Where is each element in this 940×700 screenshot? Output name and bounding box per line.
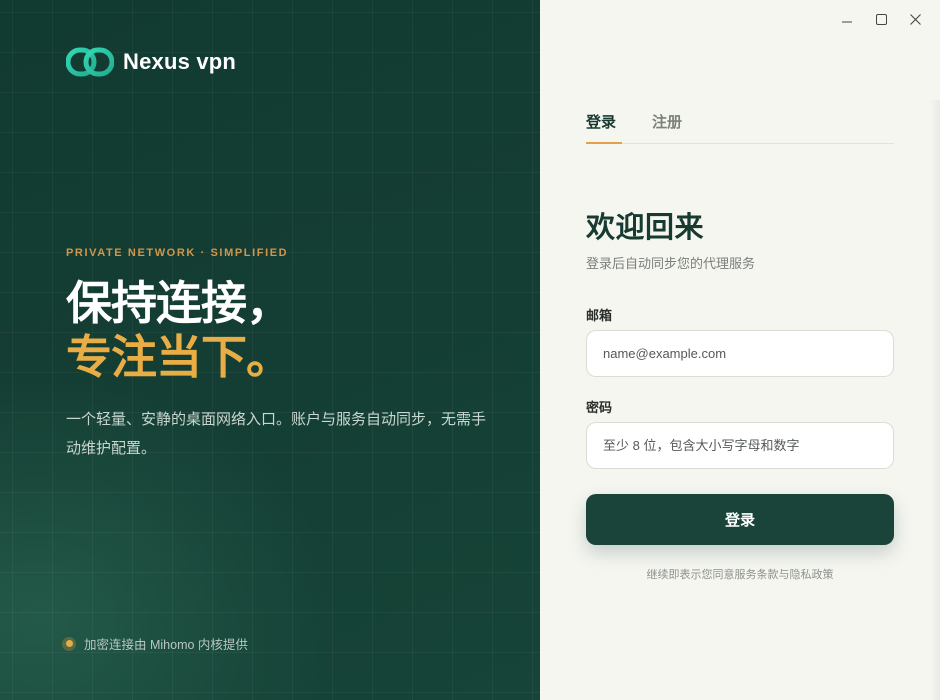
- email-field-wrapper: [586, 330, 894, 377]
- brand-name: Nexus vpn: [123, 49, 237, 74]
- form-subtitle: 登录后自动同步您的代理服务: [586, 256, 756, 271]
- close-icon[interactable]: [898, 8, 932, 30]
- window-controls: [830, 8, 932, 30]
- email-field[interactable]: [587, 331, 893, 376]
- maximize-icon[interactable]: [864, 8, 898, 30]
- password-field-wrapper: [586, 422, 894, 469]
- password-field[interactable]: [587, 423, 893, 468]
- auth-tabs: 登录 注册: [586, 109, 894, 144]
- tab-login[interactable]: 登录: [586, 109, 622, 144]
- tab-register[interactable]: 注册: [652, 109, 682, 144]
- hero-tagline: PRIVATE NETWORK · SIMPLIFIED: [66, 247, 289, 259]
- brand-logo: Nexus vpn: [66, 47, 236, 77]
- minimize-icon[interactable]: [830, 8, 864, 30]
- headline-line-2: 专注当下。: [66, 331, 292, 383]
- headline-line-1: 保持连接，: [66, 277, 292, 329]
- form-title: 欢迎回来: [586, 212, 705, 244]
- hero-headline: 保持连接， 专注当下。: [66, 276, 292, 384]
- encryption-note-text: 加密连接由 Mihomo 内核提供: [84, 638, 248, 652]
- brand-panel: Nexus vpn PRIVATE NETWORK · SIMPLIFIED 保…: [0, 0, 540, 700]
- email-label: 邮箱: [586, 308, 613, 323]
- login-button[interactable]: 登录: [586, 494, 894, 545]
- chain-link-icon: [66, 47, 114, 77]
- login-panel: 登录 注册 欢迎回来 登录后自动同步您的代理服务 邮箱 密码 登录 继续即表示您…: [540, 0, 940, 700]
- terms-notice: 继续即表示您同意服务条款与隐私政策: [646, 569, 834, 581]
- encryption-note: 加密连接由 Mihomo 内核提供: [62, 634, 248, 653]
- status-dot-icon: [62, 636, 76, 651]
- hero-description: 一个轻量、安静的桌面网络入口。账户与服务自动同步，无需手动维护配置。: [66, 411, 487, 457]
- password-label: 密码: [586, 400, 613, 415]
